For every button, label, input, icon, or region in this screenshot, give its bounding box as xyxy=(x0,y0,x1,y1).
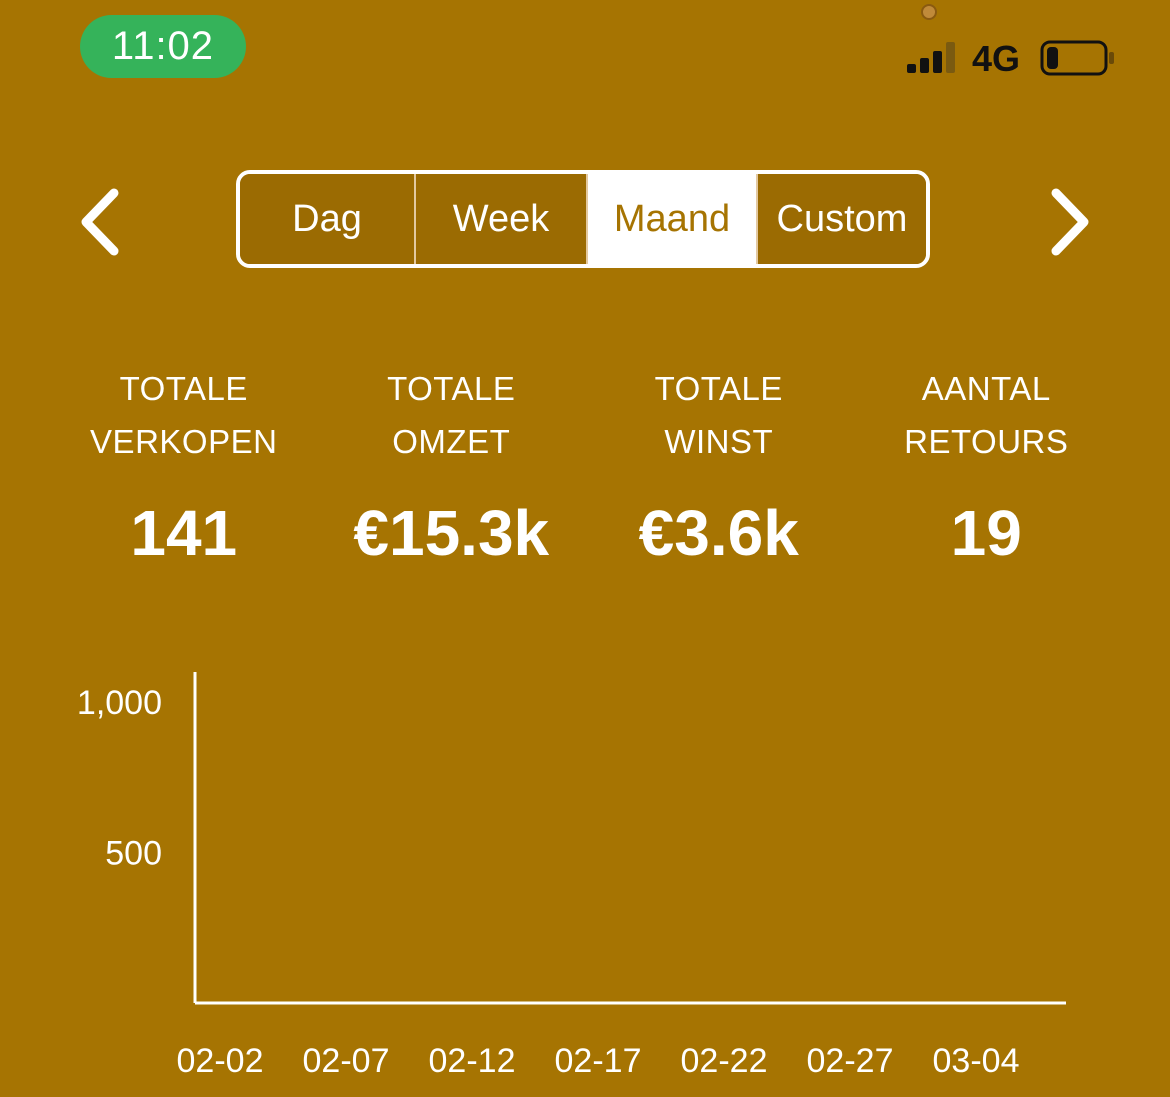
x-tick-label: 02-07 xyxy=(303,1042,390,1080)
battery-icon xyxy=(1040,40,1114,76)
x-tick-label: 02-02 xyxy=(177,1042,264,1080)
stat-value: 141 xyxy=(130,497,238,569)
summary-stats: TOTALE VERKOPEN 141 TOTALE OMZET €15.3k … xyxy=(50,362,1120,582)
camera-indicator-dot xyxy=(921,4,937,20)
x-tick-label: 02-27 xyxy=(807,1042,894,1080)
stat-aantal-retours: AANTAL RETOURS 19 xyxy=(853,362,1121,582)
tab-custom[interactable]: Custom xyxy=(756,174,926,264)
y-tick-label: 500 xyxy=(105,835,162,873)
stat-totale-winst: TOTALE WINST €3.6k xyxy=(585,362,853,582)
x-tick-label: 02-12 xyxy=(429,1042,516,1080)
tab-week[interactable]: Week xyxy=(414,174,586,264)
period-segmented-control: Dag Week Maand Custom xyxy=(236,170,930,268)
stat-value: €3.6k xyxy=(638,497,799,569)
signal-strength-icon xyxy=(907,42,955,73)
stat-label: AANTAL RETOURS xyxy=(904,370,1069,460)
stat-label: TOTALE WINST xyxy=(654,370,783,460)
x-tick-label: 03-04 xyxy=(933,1042,1020,1080)
tab-maand[interactable]: Maand xyxy=(586,174,756,264)
x-tick-label: 02-22 xyxy=(681,1042,768,1080)
stat-value: €15.3k xyxy=(353,497,550,569)
sales-chart: 500 1,000 02-02 02-07 02-12 02-17 02-22 02-27 03… xyxy=(77,672,1066,1080)
network-type: 4G xyxy=(972,38,1021,79)
x-tick-label: 02-17 xyxy=(555,1042,642,1080)
stat-totale-verkopen: TOTALE VERKOPEN 141 xyxy=(50,362,318,582)
y-tick-label: 1,000 xyxy=(77,684,162,722)
chevron-left-icon[interactable] xyxy=(72,185,132,260)
stat-value: 19 xyxy=(950,497,1022,569)
status-bar: 11:02 4G xyxy=(0,0,1170,100)
stat-label: TOTALE OMZET xyxy=(387,370,516,460)
stat-totale-omzet: TOTALE OMZET €15.3k xyxy=(318,362,586,582)
status-time[interactable]: 11:02 xyxy=(80,15,246,78)
chevron-right-icon[interactable] xyxy=(1038,185,1098,260)
tab-dag[interactable]: Dag xyxy=(240,174,414,264)
stat-label: TOTALE VERKOPEN xyxy=(90,370,278,460)
